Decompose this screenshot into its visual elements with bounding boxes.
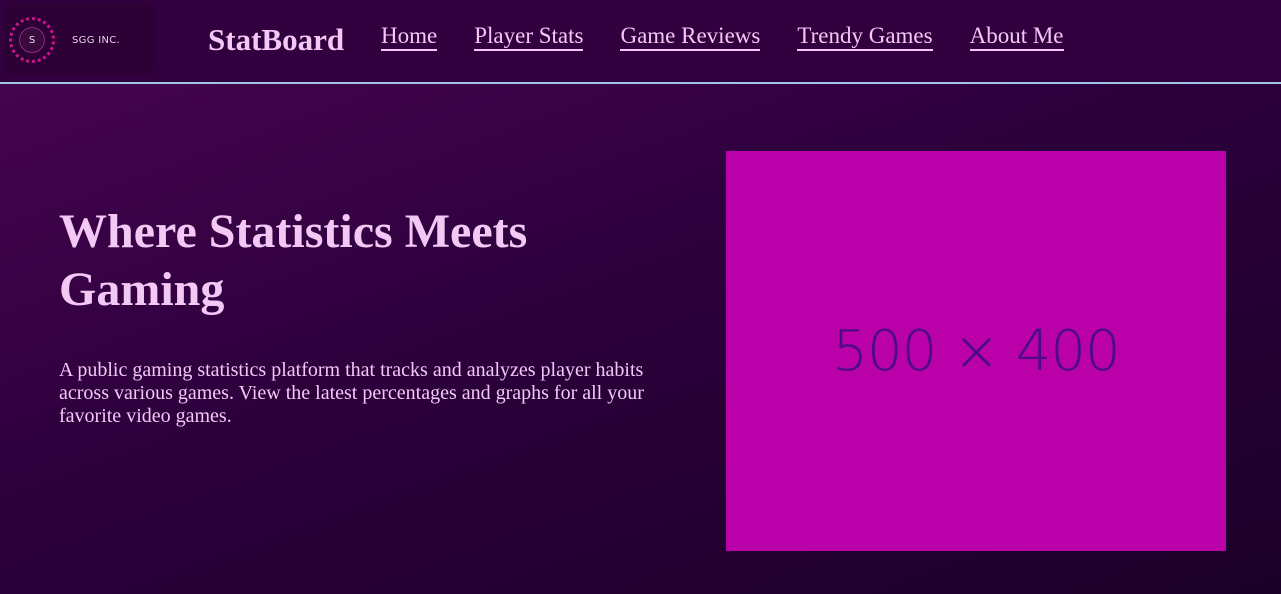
nav-link-home[interactable]: Home (381, 23, 438, 51)
hero-title: Where Statistics Meets Gaming (59, 205, 528, 316)
nav-link-trendy-games[interactable]: Trendy Games (797, 23, 933, 51)
hero-image-placeholder: 500 × 400 (726, 151, 1226, 551)
site-brand[interactable]: StatBoard (208, 22, 344, 58)
company-logo[interactable]: S SGG INC. (4, 2, 154, 76)
hero-description: A public gaming statistics platform that… (59, 359, 644, 427)
nav-link-player-stats[interactable]: Player Stats (474, 23, 584, 51)
placeholder-dimensions-label: 500 × 400 (832, 318, 1120, 384)
nav-link-game-reviews[interactable]: Game Reviews (620, 23, 761, 51)
navbar: S SGG INC. StatBoard Home Player Stats G… (0, 0, 1281, 84)
logo-ring-icon: S (9, 17, 55, 63)
logo-letter: S (19, 27, 45, 53)
main-nav: Home Player Stats Game Reviews Trendy Ga… (381, 23, 1064, 51)
nav-link-about-me[interactable]: About Me (969, 23, 1064, 51)
logo-company-name: SGG INC. (72, 35, 121, 46)
